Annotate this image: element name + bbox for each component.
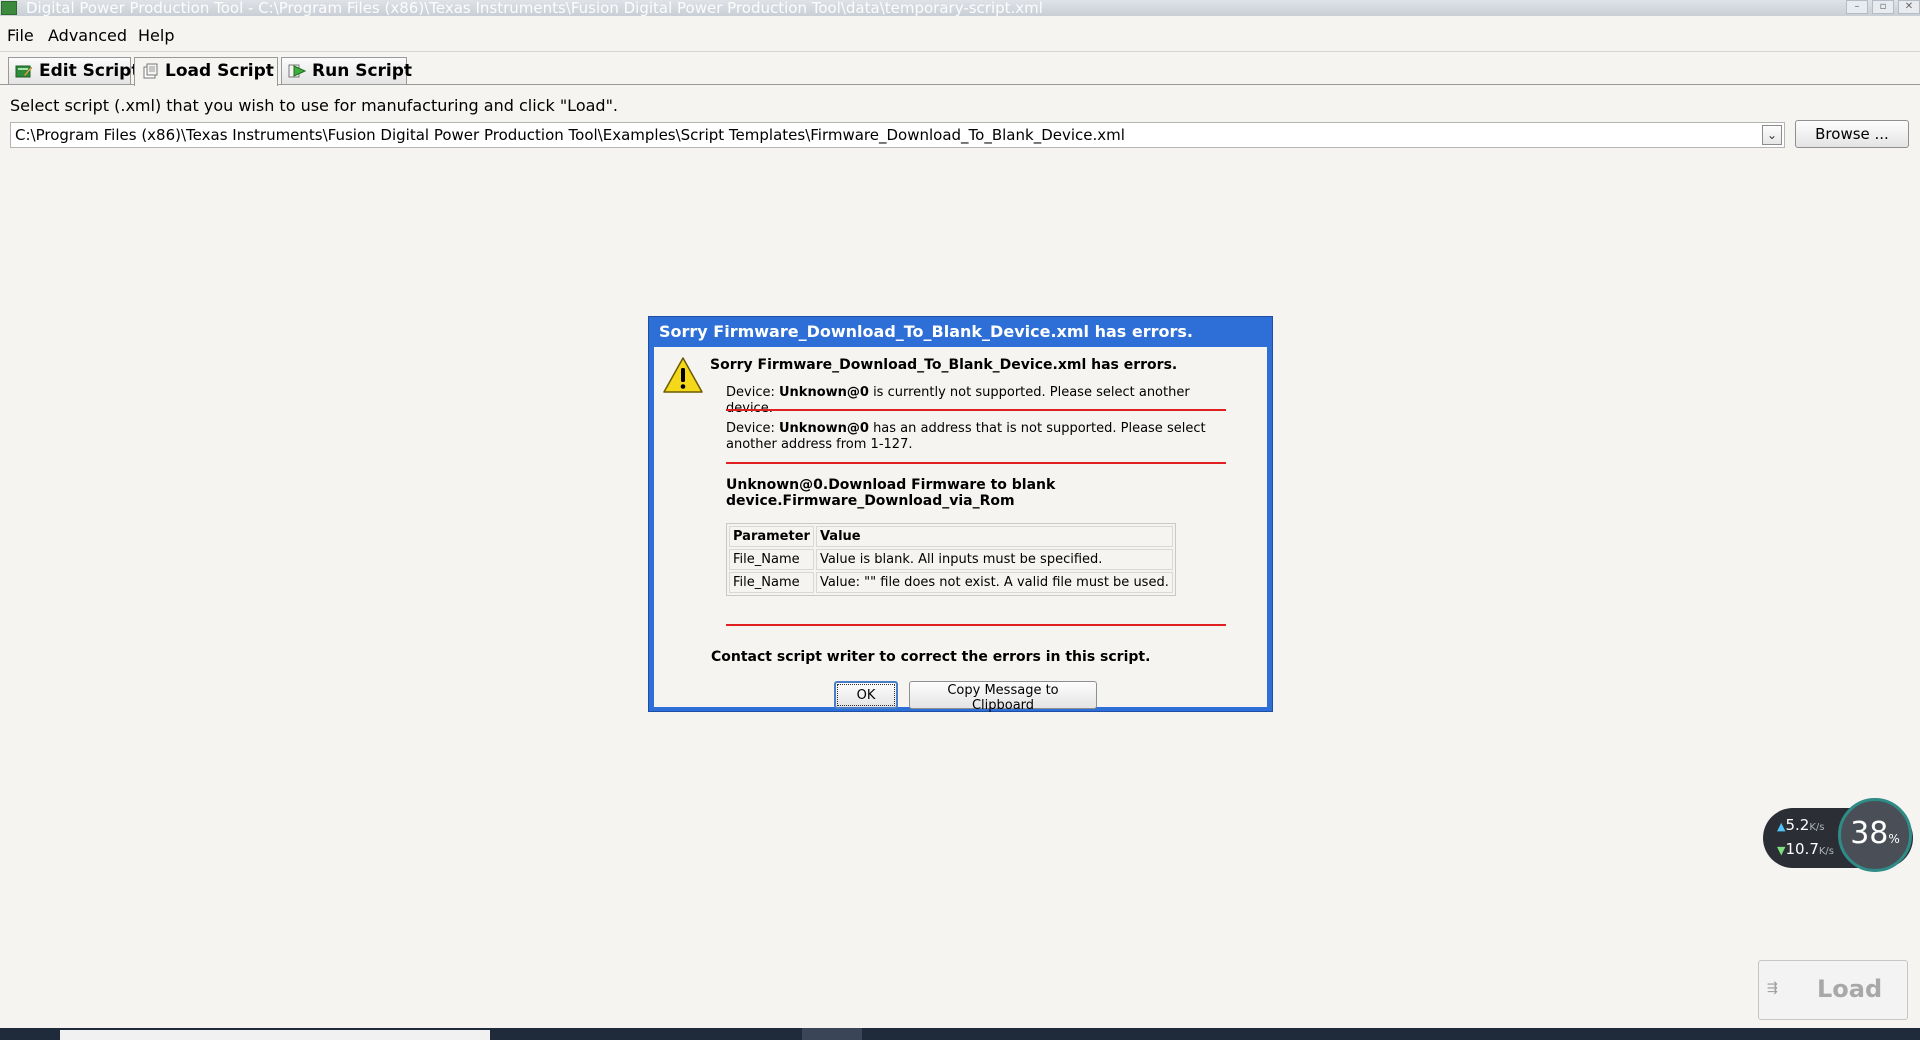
warning-icon [663, 357, 703, 393]
script-path-combobox[interactable]: ⌄ [10, 122, 1785, 148]
error-separator [726, 409, 1226, 411]
parameter-table: Parameter Value File_Name Value is blank… [726, 523, 1176, 596]
script-path-input[interactable] [11, 123, 1761, 147]
tab-label: Edit Script [39, 61, 140, 81]
table-row: File_Name Value: "" file does not exist.… [729, 572, 1173, 593]
taskbar-item[interactable] [802, 1028, 862, 1040]
table-cell: Value is blank. All inputs must be speci… [815, 549, 1173, 570]
tab-edit-script[interactable]: Edit Script [8, 57, 139, 85]
table-cell: File_Name [729, 572, 814, 593]
menu-file[interactable]: File [7, 26, 34, 46]
run-script-icon [288, 64, 306, 78]
load-button-label: Load [1817, 975, 1883, 1003]
title-bar: Digital Power Production Tool - C:\Progr… [0, 0, 1920, 16]
column-header-parameter: Parameter [729, 526, 814, 547]
taskbar [0, 1028, 1920, 1040]
column-header-value: Value [815, 526, 1173, 547]
dialog-heading: Sorry Firmware_Download_To_Blank_Device.… [710, 357, 1178, 373]
error-message-unsupported-address: Device: Unknown@0 has an address that is… [726, 421, 1206, 452]
upload-speed: ▲5.2K/s [1777, 816, 1825, 834]
table-cell: Value: "" file does not exist. A valid f… [815, 572, 1173, 593]
load-script-icon [143, 63, 158, 79]
tab-label: Load Script [165, 61, 274, 81]
error-separator [726, 462, 1226, 464]
error-separator [726, 624, 1226, 626]
ok-button[interactable]: OK [834, 681, 898, 709]
tab-label: Run Script [312, 61, 413, 81]
app-icon [1, 1, 17, 15]
contact-message: Contact script writer to correct the err… [711, 649, 1151, 665]
tab-divider [0, 84, 1920, 85]
copy-to-clipboard-button[interactable]: Copy Message to Clipboard [909, 681, 1097, 713]
table-cell: File_Name [729, 549, 814, 570]
menu-help[interactable]: Help [138, 26, 174, 46]
tab-load-script[interactable]: Load Script [134, 57, 278, 86]
maximize-button[interactable]: ▫ [1872, 0, 1894, 14]
dialog-title: Sorry Firmware_Download_To_Blank_Device.… [659, 322, 1193, 341]
error-message-unsupported-device: Device: Unknown@0 is currently not suppo… [726, 385, 1190, 416]
taskbar-item[interactable] [60, 1030, 490, 1040]
cpu-usage-gauge[interactable]: 38% [1838, 798, 1912, 872]
window-title: Digital Power Production Tool - C:\Progr… [26, 0, 1043, 16]
minimize-button[interactable]: – [1846, 0, 1868, 14]
chevron-down-icon[interactable]: ⌄ [1762, 125, 1782, 145]
table-row: File_Name Value is blank. All inputs mus… [729, 549, 1173, 570]
dialog-body: Sorry Firmware_Download_To_Blank_Device.… [654, 347, 1267, 713]
load-icon: ⇶ [1767, 981, 1778, 996]
instruction-text: Select script (.xml) that you wish to us… [10, 96, 619, 115]
close-button[interactable]: ✕ [1898, 0, 1920, 14]
menu-bar: File Advanced Help [0, 22, 1920, 52]
load-button[interactable]: ⇶ Load [1758, 960, 1908, 1020]
edit-script-icon [15, 65, 33, 78]
error-message-command: Unknown@0.Download Firmware to blank dev… [726, 477, 1056, 509]
tab-run-script[interactable]: Run Script [281, 57, 412, 85]
error-dialog: Sorry Firmware_Download_To_Blank_Device.… [648, 316, 1273, 713]
menu-advanced[interactable]: Advanced [48, 26, 127, 46]
download-speed: ▼10.7K/s [1777, 840, 1835, 858]
table-header-row: Parameter Value [729, 526, 1173, 547]
browse-button[interactable]: Browse ... [1795, 120, 1909, 148]
